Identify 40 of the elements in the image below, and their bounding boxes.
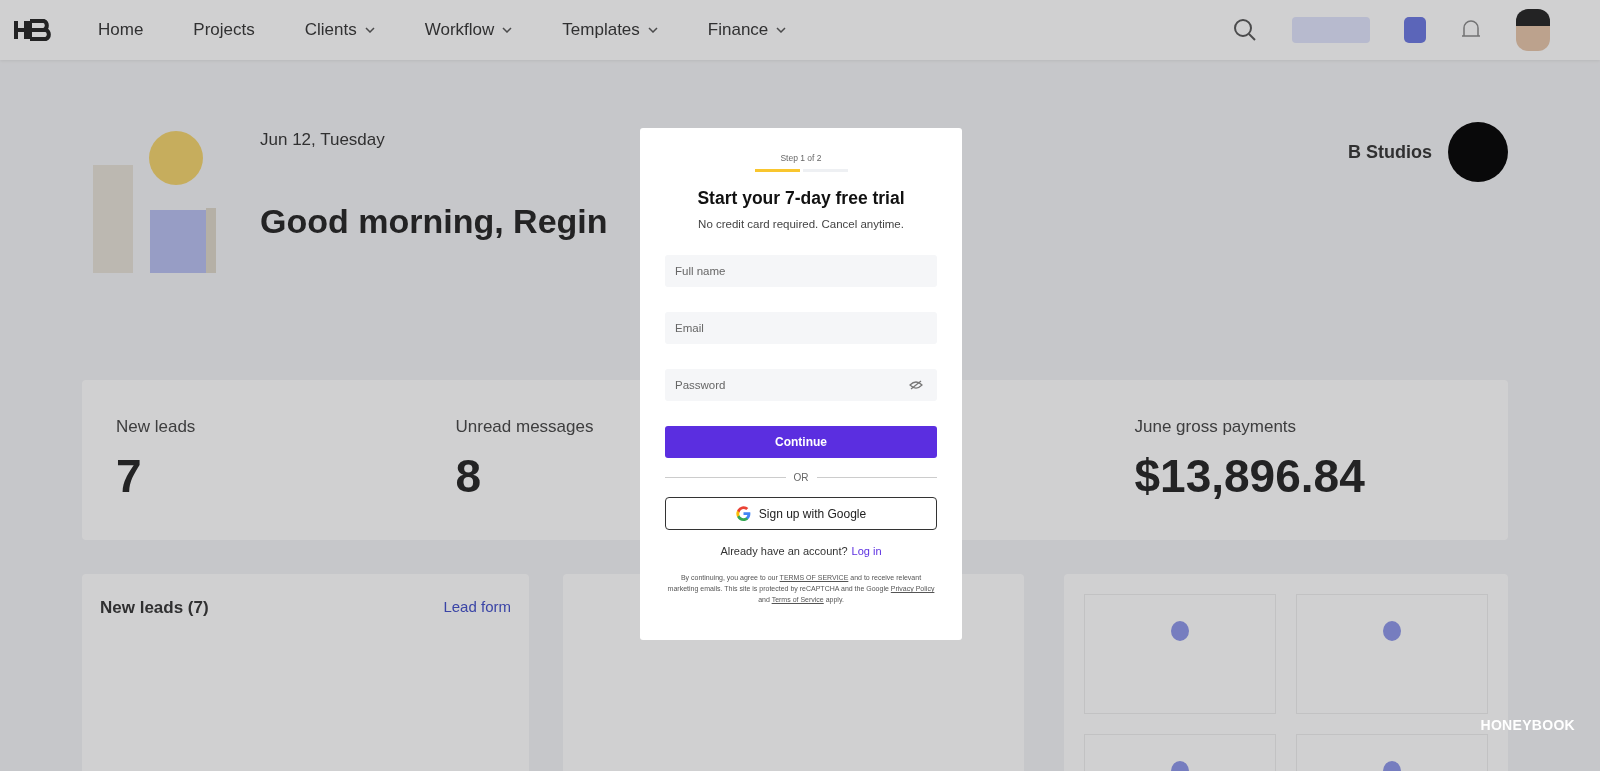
stat-value: 7 bbox=[116, 449, 143, 503]
google-signup-button[interactable]: Sign up with Google bbox=[665, 497, 937, 530]
search-icon[interactable] bbox=[1232, 17, 1258, 43]
caret-icon[interactable] bbox=[647, 27, 658, 33]
stat-label: New leads bbox=[116, 417, 197, 437]
input-field[interactable]: Email bbox=[665, 312, 937, 344]
step-label: Step 1 of 2 bbox=[779, 153, 823, 163]
lead-form-link[interactable]: Lead form bbox=[443, 598, 511, 618]
greeting-heading: Good morning, Regin bbox=[260, 202, 608, 241]
dialog-title: Start your 7-day free trial bbox=[696, 188, 906, 209]
action-tile[interactable] bbox=[1295, 594, 1488, 714]
company-name: B Studios bbox=[1348, 141, 1432, 163]
continue-button[interactable]: Continue bbox=[665, 426, 937, 458]
date-label: Jun 12, Tuesday bbox=[260, 130, 386, 150]
stat-label: Unread messages bbox=[455, 417, 595, 437]
company-avatar bbox=[1448, 122, 1508, 182]
card-title: New leads (7) bbox=[100, 598, 209, 618]
stat-value: 8 bbox=[455, 449, 483, 503]
nav-link[interactable]: Clients bbox=[304, 20, 357, 40]
dialog-subtitle: No credit card required. Cancel anytime. bbox=[697, 218, 905, 230]
caret-icon[interactable] bbox=[776, 27, 787, 33]
login-link[interactable]: Log in bbox=[851, 545, 882, 557]
action-tile[interactable] bbox=[1083, 594, 1276, 714]
divider-label: OR bbox=[793, 472, 809, 483]
stat-label: June gross payments bbox=[1134, 417, 1298, 437]
google-icon bbox=[735, 506, 751, 521]
stat-value: $13,896.84 bbox=[1134, 449, 1366, 503]
caret-icon[interactable] bbox=[364, 27, 375, 33]
nav-link[interactable]: Templates bbox=[562, 20, 640, 40]
brand-logo: HONEYBOOK bbox=[1480, 717, 1575, 733]
password-field[interactable]: Password bbox=[665, 369, 937, 401]
caret-icon[interactable] bbox=[502, 27, 513, 33]
avatar[interactable] bbox=[1516, 9, 1550, 51]
nav-link[interactable]: Projects bbox=[193, 20, 255, 40]
nav-link[interactable]: Workflow bbox=[424, 20, 495, 40]
nav-link[interactable]: Finance bbox=[707, 20, 769, 40]
hidden-eye-icon[interactable] bbox=[909, 380, 923, 390]
login-prompt: Already have an account? bbox=[720, 545, 848, 557]
input-field[interactable]: Full name bbox=[665, 255, 937, 287]
nav-link[interactable]: Home bbox=[98, 20, 144, 40]
